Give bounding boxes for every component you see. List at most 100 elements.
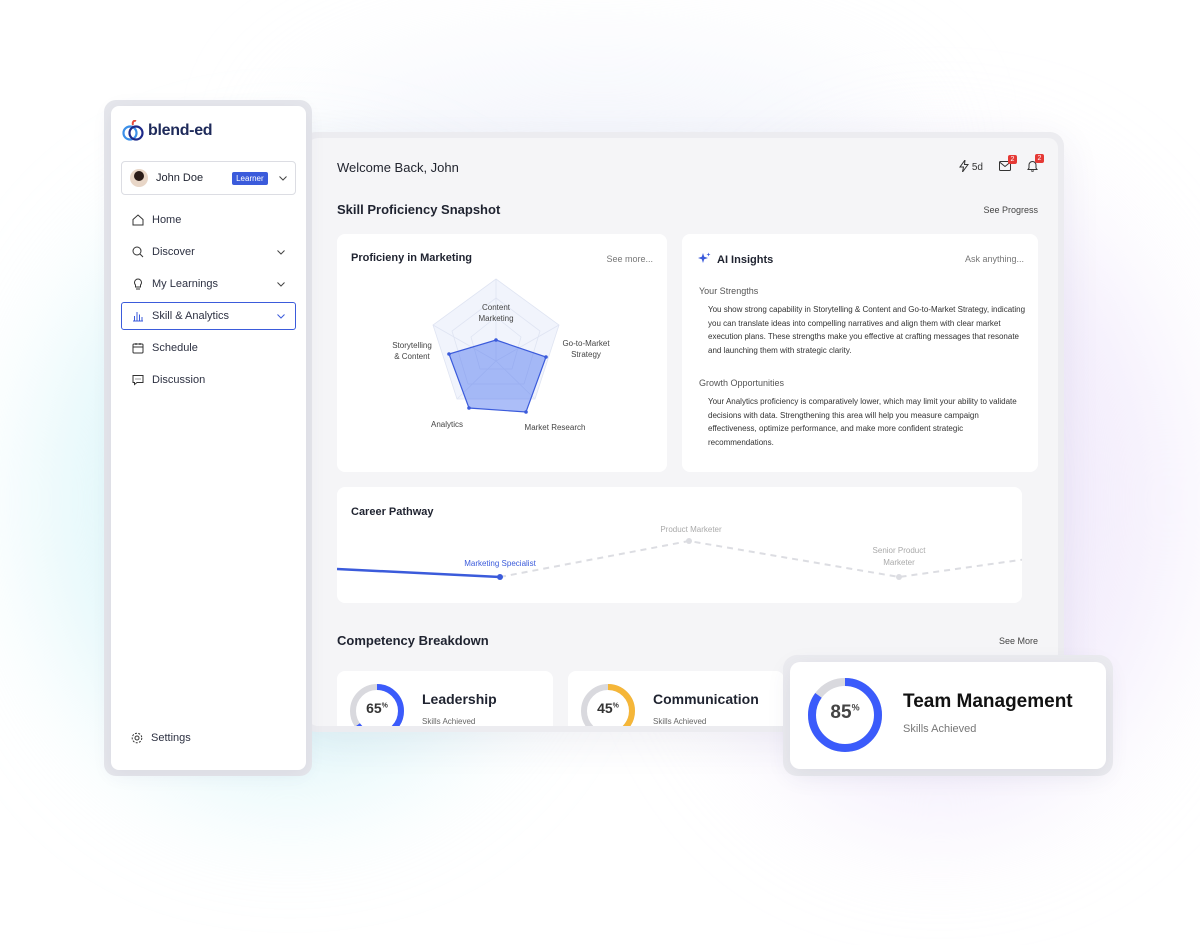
snapshot-title: Skill Proficiency Snapshot (337, 202, 501, 217)
ask-anything-link[interactable]: Ask anything... (965, 254, 1024, 264)
competency-see-more-link[interactable]: See More (999, 636, 1038, 646)
sidebar-item-home[interactable]: Home (121, 206, 296, 234)
role-badge: Learner (232, 171, 268, 185)
blend-ed-logo-icon (122, 119, 144, 142)
user-switcher[interactable]: John Doe Learner (121, 161, 296, 195)
competency-name: Leadership (422, 691, 497, 707)
lightbulb-icon (132, 278, 144, 290)
ai-title: AI Insights (717, 254, 774, 266)
career-node-current (497, 574, 503, 580)
chevron-down-icon[interactable] (277, 247, 285, 257)
competency-sub: Skills Achieved (903, 723, 977, 735)
chevron-down-icon[interactable] (277, 279, 285, 289)
radar-label-analytics: Analytics (431, 420, 463, 429)
pct-sign: % (612, 702, 619, 710)
see-progress-link[interactable]: See Progress (983, 205, 1038, 215)
career-path-completed (337, 567, 501, 579)
sidebar-item-discover[interactable]: Discover (121, 238, 296, 266)
competency-title: Competency Breakdown (337, 633, 489, 648)
competency-card-team-management[interactable]: 85% Team Management Skills Achieved (790, 662, 1106, 769)
lightning-icon (958, 158, 969, 175)
radar-label-story-1: Storytelling (392, 341, 432, 350)
calendar-icon (132, 342, 144, 354)
pct-sign: % (851, 702, 860, 713)
competency-pct: 65 (366, 700, 382, 716)
chevron-down-icon (279, 173, 287, 183)
strengths-title: Your Strengths (699, 286, 759, 296)
sidebar-item-settings[interactable]: Settings (131, 732, 191, 744)
competency-card-communication[interactable]: 45% Communication Skills Achieved (568, 671, 784, 726)
competency-pct: 85 (830, 702, 852, 723)
main-content: Welcome Back, John 5d 2 2 Skill Proficie… (308, 138, 1058, 726)
competency-name: Communication (653, 691, 759, 707)
radar-chart: Content Marketing Go-to-Market Strategy … (392, 278, 610, 432)
progress-ring: 45% (580, 683, 636, 726)
streak-button[interactable]: 5d (958, 158, 983, 175)
notifications-button[interactable]: 2 (1027, 154, 1044, 175)
page-title: Welcome Back, John (337, 160, 459, 175)
radar-point-analytics (467, 406, 471, 410)
sidebar-item-schedule[interactable]: Schedule (121, 334, 296, 362)
main-window: Welcome Back, John 5d 2 2 Skill Proficie… (302, 132, 1064, 732)
competency-sub: Skills Achieved (653, 717, 707, 726)
growth-text: Your Analytics proficiency is comparativ… (708, 397, 1017, 447)
gear-icon (131, 732, 143, 744)
career-label-future-2: Marketer (883, 558, 915, 567)
header-tools: 5d 2 2 (958, 154, 1044, 175)
radar-label-content-2: Marketing (478, 314, 513, 323)
radar-label-story-2: & Content (394, 352, 430, 361)
settings-label: Settings (151, 732, 191, 744)
sidebar-item-label: My Learnings (152, 278, 219, 290)
competency-name: Team Management (903, 691, 1073, 712)
sidebar-item-my-learnings[interactable]: My Learnings (121, 270, 296, 298)
radar-point-gtm (544, 355, 548, 359)
career-label-current: Marketing Specialist (464, 559, 536, 568)
search-icon (132, 246, 144, 258)
user-name: John Doe (156, 172, 204, 184)
sidebar: blend-ed John Doe Learner Home Discover (111, 106, 306, 770)
sidebar-item-label: Home (152, 214, 182, 226)
strengths-text: You show strong capability in Storytelli… (708, 305, 1026, 355)
competency-pct: 45 (597, 700, 613, 716)
progress-ring: 65% (349, 683, 405, 726)
chat-icon (132, 374, 144, 386)
sidebar-nav: Home Discover My Learnings Skill & Analy… (121, 206, 296, 398)
sidebar-item-discussion[interactable]: Discussion (121, 366, 296, 394)
sidebar-item-label: Skill & Analytics (152, 310, 230, 322)
radar-point-content (494, 338, 498, 342)
radar-point-research (524, 410, 528, 414)
radar-label-research: Market Research (525, 423, 586, 432)
ai-title-row: AI Insights (698, 252, 773, 268)
chevron-down-icon[interactable] (277, 311, 285, 321)
career-label-future-1: Senior Product (873, 546, 927, 555)
career-path-upcoming (499, 539, 1022, 579)
bar-chart-icon (132, 310, 144, 322)
growth-title: Growth Opportunities (699, 378, 785, 388)
sidebar-item-skill-analytics[interactable]: Skill & Analytics (121, 302, 296, 330)
sidebar-item-label: Discussion (152, 374, 206, 386)
career-pathway-card: Career Pathway Marketing Specialist Prod… (337, 487, 1022, 603)
career-path-chart: Marketing Specialist Product Marketer Se… (337, 525, 1022, 580)
career-node-next (686, 538, 692, 544)
avatar (130, 169, 148, 187)
sidebar-item-label: Schedule (152, 342, 198, 354)
pct-sign: % (381, 702, 388, 710)
notifications-badge: 2 (1035, 154, 1044, 163)
proficiency-card: Proficieny in Marketing See more... Cont… (337, 234, 667, 472)
radar-label-content-1: Content (482, 303, 511, 312)
messages-button[interactable]: 2 (999, 155, 1017, 174)
sidebar-item-label: Discover (152, 246, 195, 258)
competency-card-leadership[interactable]: 65% Leadership Skills Achieved (337, 671, 553, 726)
home-icon (132, 214, 144, 226)
streak-count: 5d (971, 162, 983, 173)
radar-point-story (447, 352, 451, 356)
career-node-future (896, 574, 902, 580)
competency-sub: Skills Achieved (422, 717, 476, 726)
messages-badge: 2 (1008, 155, 1017, 164)
sparkle-icon (698, 252, 711, 268)
radar-label-gtm-1: Go-to-Market (562, 339, 610, 348)
progress-ring: 85% (806, 676, 884, 754)
career-label-next: Product Marketer (660, 525, 722, 534)
brand-logo[interactable]: blend-ed (122, 119, 213, 142)
brand-name: blend-ed (148, 122, 213, 139)
